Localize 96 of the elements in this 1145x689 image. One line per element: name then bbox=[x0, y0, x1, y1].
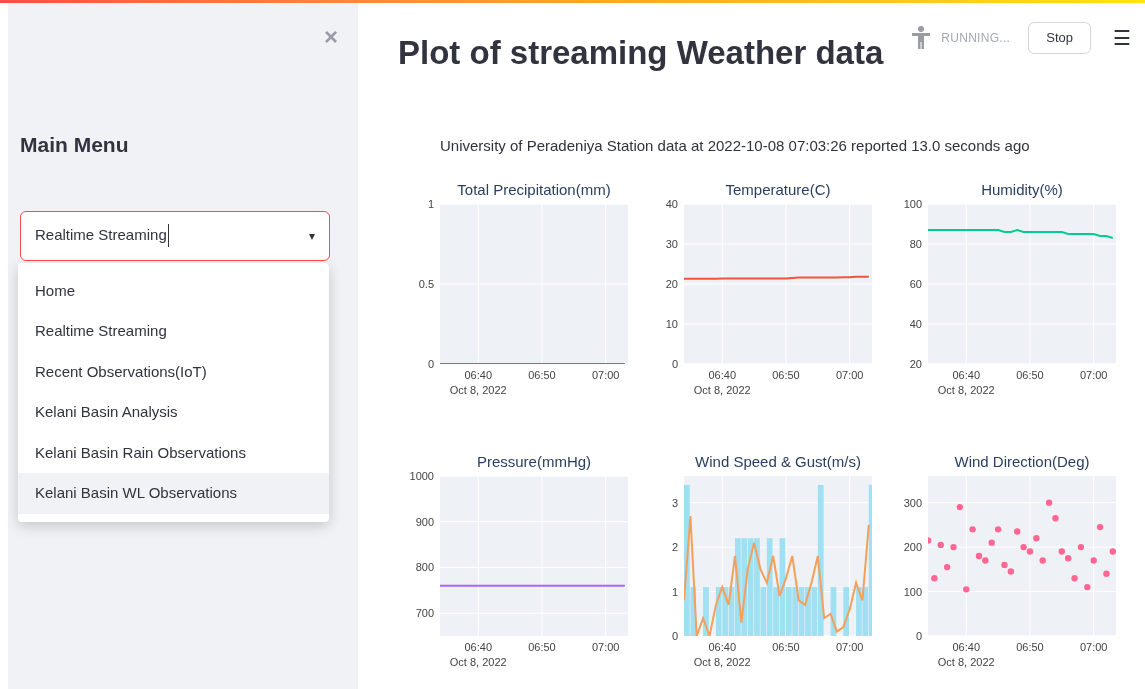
date-label: Oct 8, 2022 bbox=[937, 655, 995, 668]
tick-label: 2 bbox=[671, 540, 678, 553]
tick-label: 07:00 bbox=[591, 368, 620, 381]
stop-button[interactable]: Stop bbox=[1028, 22, 1091, 54]
caret-icon: ▾ bbox=[309, 226, 315, 245]
tick-label: 10 bbox=[665, 317, 678, 330]
gust-bar bbox=[843, 586, 850, 636]
chart-title: Pressure(mmHg) bbox=[475, 451, 593, 472]
tick-label: 60 bbox=[909, 277, 922, 290]
tick-label: 20 bbox=[909, 357, 922, 370]
gust-bar bbox=[830, 586, 837, 636]
tick-label: 06:50 bbox=[772, 640, 800, 653]
tick-label: 300 bbox=[903, 496, 922, 509]
chart-title: Temperature(C) bbox=[724, 179, 832, 200]
tick-label: 100 bbox=[903, 585, 922, 598]
data-point bbox=[943, 563, 951, 570]
chart-title: Wind Direction(Deg) bbox=[953, 451, 1091, 472]
tick-label: 20 bbox=[665, 277, 678, 290]
tick-label: 06:50 bbox=[772, 368, 800, 381]
tick-label: 1 bbox=[427, 197, 434, 210]
menu-item[interactable]: Kelani Basin Rain Observations bbox=[18, 432, 329, 473]
data-point bbox=[1090, 556, 1097, 564]
tick-label: 07:00 bbox=[1079, 640, 1108, 653]
tick-label: 40 bbox=[665, 197, 678, 210]
tick-label: 07:00 bbox=[835, 368, 864, 381]
tick-label: 06:40 bbox=[708, 640, 736, 653]
menu-item[interactable]: Recent Observations(IoT) bbox=[18, 351, 329, 392]
data-point bbox=[1039, 556, 1046, 564]
chart-title: Total Precipitation(mm) bbox=[456, 179, 612, 200]
data-point bbox=[1045, 498, 1053, 506]
tick-label: 06:50 bbox=[528, 368, 556, 381]
data-point bbox=[950, 543, 957, 550]
tick-label: 06:40 bbox=[708, 368, 736, 381]
data-point bbox=[956, 503, 964, 510]
tick-label: 3 bbox=[671, 496, 678, 509]
tick-label: 0.5 bbox=[418, 277, 434, 290]
menu-item[interactable]: Kelani Basin Analysis bbox=[18, 392, 329, 433]
date-label: Oct 8, 2022 bbox=[449, 655, 507, 668]
tick-label: 30 bbox=[665, 237, 678, 250]
tick-label: 0 bbox=[915, 629, 922, 642]
date-label: Oct 8, 2022 bbox=[693, 655, 751, 668]
data-point bbox=[1014, 527, 1021, 535]
tick-label: 06:40 bbox=[952, 640, 980, 653]
select-value: Realtime Streaming bbox=[35, 224, 169, 247]
date-label: Oct 8, 2022 bbox=[693, 383, 751, 396]
gust-bar bbox=[703, 586, 709, 636]
tick-label: 07:00 bbox=[591, 640, 620, 653]
data-point bbox=[937, 541, 944, 548]
data-point bbox=[988, 538, 995, 546]
tick-label: 06:40 bbox=[952, 368, 980, 381]
tick-label: 07:00 bbox=[1079, 368, 1108, 381]
running-status: RUNNING... bbox=[941, 30, 1011, 47]
tick-label: 700 bbox=[415, 606, 434, 619]
data-point bbox=[931, 574, 938, 581]
tick-label: 200 bbox=[903, 540, 922, 553]
data-point bbox=[963, 585, 970, 593]
menu-item[interactable]: Kelani Basin WL Observations bbox=[18, 473, 329, 514]
chart-title: Humidity(%) bbox=[980, 179, 1064, 200]
data-point bbox=[928, 536, 932, 544]
data-point bbox=[1103, 570, 1110, 577]
tick-label: 06:50 bbox=[1016, 640, 1044, 653]
menu-button[interactable]: ☰ bbox=[1113, 28, 1131, 48]
date-label: Oct 8, 2022 bbox=[937, 383, 995, 396]
station-status-text: University of Peradeniya Station data at 2022-10-08 07:03:26 reported 13.0 seconds ago bbox=[440, 136, 1031, 156]
tick-label: 80 bbox=[909, 237, 922, 250]
select-field[interactable]: Realtime Streaming ▾ bbox=[20, 210, 330, 261]
data-point bbox=[1071, 574, 1078, 581]
tick-label: 06:50 bbox=[1016, 368, 1044, 381]
data-point bbox=[1084, 583, 1091, 590]
tick-label: 40 bbox=[909, 317, 922, 330]
tick-label: 100 bbox=[903, 197, 922, 210]
date-label: Oct 8, 2022 bbox=[449, 383, 507, 396]
tick-label: 1 bbox=[671, 585, 678, 598]
data-point bbox=[1033, 534, 1040, 541]
menu-item[interactable]: Realtime Streaming bbox=[18, 311, 329, 352]
tick-label: 0 bbox=[671, 357, 678, 370]
tick-label: 800 bbox=[415, 560, 434, 573]
page-title: Plot of streaming Weather data bbox=[398, 33, 884, 73]
data-point bbox=[1096, 523, 1104, 530]
tick-label: 07:00 bbox=[835, 640, 864, 653]
tick-label: 06:50 bbox=[528, 640, 556, 653]
data-point bbox=[969, 525, 976, 533]
tick-label: 900 bbox=[415, 515, 434, 528]
menu-item[interactable]: Home bbox=[18, 270, 329, 311]
tick-label: 06:40 bbox=[464, 640, 492, 653]
tick-label: 1000 bbox=[409, 469, 434, 482]
chart-title: Wind Speed & Gust(m/s) bbox=[694, 451, 862, 472]
person-icon bbox=[911, 26, 932, 50]
data-point bbox=[1109, 547, 1116, 555]
data-point bbox=[1052, 514, 1059, 521]
data-point bbox=[994, 525, 1002, 533]
sidebar-heading: Main Menu bbox=[20, 132, 130, 158]
tick-label: 0 bbox=[671, 629, 678, 642]
tick-label: 06:40 bbox=[464, 368, 492, 381]
data-point bbox=[1077, 543, 1085, 550]
tick-label: 0 bbox=[427, 357, 434, 370]
